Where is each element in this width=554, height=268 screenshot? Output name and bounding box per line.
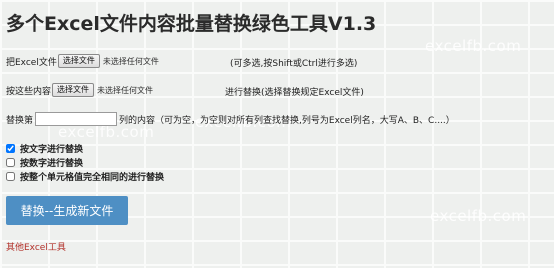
column-prefix: 替换第 — [6, 115, 34, 126]
replace-file-hint: 进行替换(选择替换规定Excel文件) — [225, 88, 364, 98]
replace-file-label: 按这些内容 — [6, 86, 52, 97]
page: { "title": "多个Excel文件内容批量替换绿色工具V1.3", "w… — [0, 0, 554, 268]
option-text-replace[interactable]: 按文字进行替换 — [6, 142, 83, 155]
option-whole-cell-label: 按整个单元格值完全相同的进行替换 — [20, 173, 165, 183]
other-tools-link[interactable]: 其他Excel工具 — [6, 240, 66, 253]
watermark: excelfb.com — [425, 37, 522, 55]
option-text-label: 按文字进行替换 — [20, 145, 84, 155]
generate-button[interactable]: 替换--生成新文件 — [6, 196, 128, 225]
replace-file-button[interactable]: 选择文件 — [52, 83, 95, 97]
option-number-replace[interactable]: 按数字进行替换 — [6, 156, 83, 169]
source-file-label: 把Excel文件 — [6, 57, 57, 68]
source-file-status: 未选择任何文件 — [102, 56, 159, 66]
page-title: 多个Excel文件内容批量替换绿色工具V1.3 — [6, 13, 377, 35]
column-input[interactable] — [35, 112, 118, 126]
option-number-label: 按数字进行替换 — [20, 159, 84, 169]
option-text-checkbox[interactable] — [6, 144, 15, 153]
source-file-hint: (可多选,按Shift或Ctrl进行多选) — [230, 59, 358, 69]
source-file-row: 把Excel文件 选择文件 未选择任何文件 — [6, 54, 159, 68]
option-whole-cell-checkbox[interactable] — [6, 172, 15, 181]
replace-file-status: 未选择任何文件 — [97, 85, 154, 95]
option-number-checkbox[interactable] — [6, 158, 15, 167]
source-file-button[interactable]: 选择文件 — [57, 54, 100, 68]
option-whole-cell-replace[interactable]: 按整个单元格值完全相同的进行替换 — [6, 170, 164, 183]
column-row: 替换第 列的内容（可为空，为空则对所有列查找替换,列号为Excel列名，大写A、… — [6, 112, 455, 126]
column-hint: 列的内容（可为空，为空则对所有列查找替换,列号为Excel列名，大写A、B、C.… — [119, 115, 455, 126]
replace-file-row: 按这些内容 选择文件 未选择任何文件 — [6, 83, 153, 97]
watermark: excelfb.com — [430, 207, 527, 225]
